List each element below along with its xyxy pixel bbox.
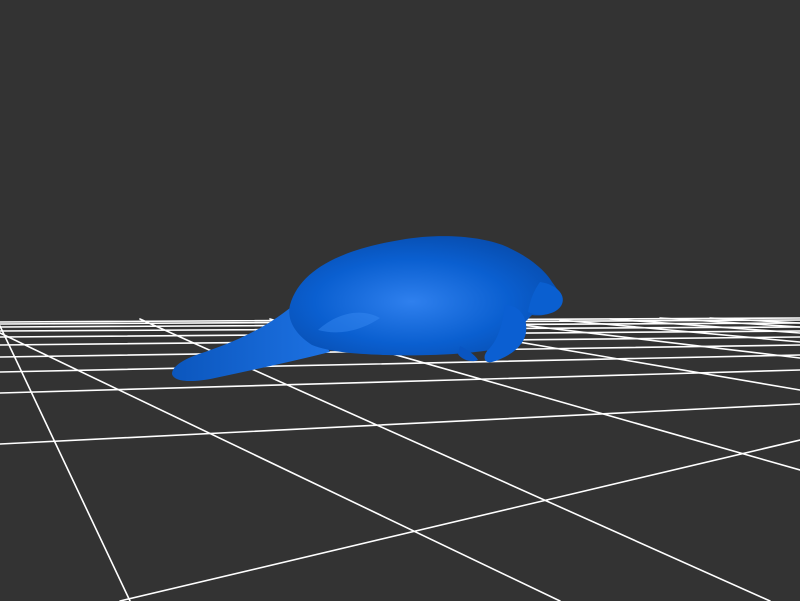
3d-viewport[interactable] (0, 0, 800, 601)
scene-canvas[interactable] (0, 0, 800, 601)
